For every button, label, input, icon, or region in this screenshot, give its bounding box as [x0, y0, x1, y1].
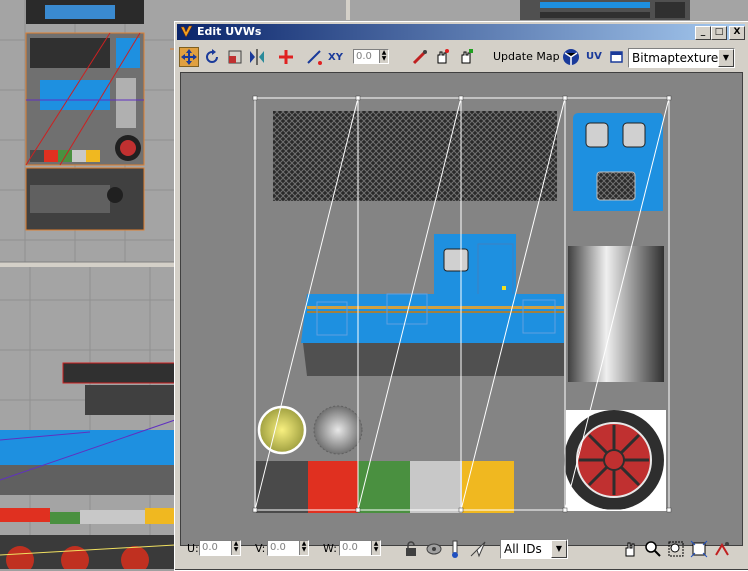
u-spinner-arrows[interactable]: ▲ ▼ [231, 541, 240, 555]
w-spinner[interactable]: 0.0 ▲ ▼ [339, 540, 381, 556]
title-bar[interactable]: Edit UVWs _ □ X [177, 24, 745, 40]
zoom-extents-icon[interactable] [690, 540, 708, 558]
lock-icon[interactable] [403, 540, 419, 558]
headlight-texture [257, 405, 307, 455]
move-tool-button[interactable] [179, 47, 199, 67]
toolbar: XY 0.0 ▲ ▼ Update Map UV Bitmaptexture ▼ [177, 44, 745, 72]
view-options-button[interactable] [607, 47, 627, 67]
minimize-button[interactable]: _ [695, 26, 711, 40]
close-button[interactable]: X [729, 26, 745, 40]
uv-texture-view[interactable] [181, 73, 743, 546]
cylinder-texture [568, 246, 664, 382]
svg-text:XY: XY [328, 52, 344, 63]
lamp-texture [313, 405, 363, 455]
mirror-icon [250, 49, 264, 65]
u-label: U: [187, 542, 199, 555]
zoom-region-icon[interactable] [667, 540, 685, 558]
window-icon [610, 51, 623, 63]
freeform-tool-button[interactable] [276, 47, 296, 67]
uv-editor-canvas[interactable] [180, 72, 743, 546]
maximize-button[interactable]: □ [711, 26, 727, 40]
xy-icon: XY [328, 52, 344, 63]
ids-select[interactable]: All IDs ▼ [500, 539, 568, 559]
select-faces-button[interactable] [456, 47, 476, 67]
snap-icon[interactable] [713, 540, 731, 558]
mirror-tool-button[interactable] [247, 47, 267, 67]
select-tool-button[interactable] [432, 47, 452, 67]
scale-tool-button[interactable] [225, 47, 245, 67]
zoom-icon[interactable] [644, 540, 662, 558]
spinner-arrows[interactable]: ▲ ▼ [379, 50, 388, 63]
u-spinner[interactable]: 0.0 ▲ ▼ [199, 540, 241, 556]
bitmap-select[interactable]: Bitmaptexture ▼ [628, 48, 735, 68]
max-logo-icon [180, 25, 193, 38]
chevron-down-icon[interactable]: ▼ [718, 49, 734, 67]
display-options-icon[interactable] [425, 540, 443, 558]
ids-chevron-down-icon[interactable]: ▼ [551, 540, 567, 558]
rotate-tool-button[interactable] [202, 47, 222, 67]
grille-texture [273, 111, 557, 201]
hand-select-icon [437, 49, 449, 64]
weld-tool-button[interactable] [304, 47, 324, 67]
offset-spinner[interactable]: 0.0 ▲ ▼ [353, 49, 389, 64]
xy-tool-button[interactable]: XY [326, 47, 346, 67]
pick-tool-button[interactable] [410, 47, 430, 67]
rotate-icon [206, 49, 218, 63]
hand-faces-icon [461, 49, 473, 64]
thermometer-icon[interactable] [447, 539, 463, 559]
eyedropper-icon [412, 50, 427, 65]
v-spinner[interactable]: 0.0 ▲ ▼ [267, 540, 309, 556]
move-icon [181, 49, 197, 65]
edit-uvws-dialog: Edit UVWs _ □ X XY 0.0 ▲ ▼ Update Map UV… [174, 21, 748, 571]
update-map-button[interactable]: Update Map [493, 50, 560, 63]
w-label: W: [323, 542, 337, 555]
v-label: V: [255, 542, 266, 555]
status-bar: U: 0.0 ▲ ▼ V: 0.0 ▲ ▼ W: 0.0 ▲ ▼ All IDs ▼ [177, 536, 745, 566]
v-spinner-arrows[interactable]: ▲ ▼ [299, 541, 308, 555]
checker-map-button[interactable] [561, 47, 581, 67]
weld-icon [307, 50, 322, 65]
uv-toggle-button[interactable]: UV [586, 51, 602, 62]
scale-icon [228, 50, 242, 64]
send-icon[interactable] [469, 540, 487, 558]
w-spinner-arrows[interactable]: ▲ ▼ [371, 541, 380, 555]
freeform-icon [279, 50, 293, 64]
dialog-title: Edit UVWs [197, 25, 262, 38]
checker-sphere-icon [563, 49, 579, 65]
pan-icon[interactable] [621, 540, 639, 558]
